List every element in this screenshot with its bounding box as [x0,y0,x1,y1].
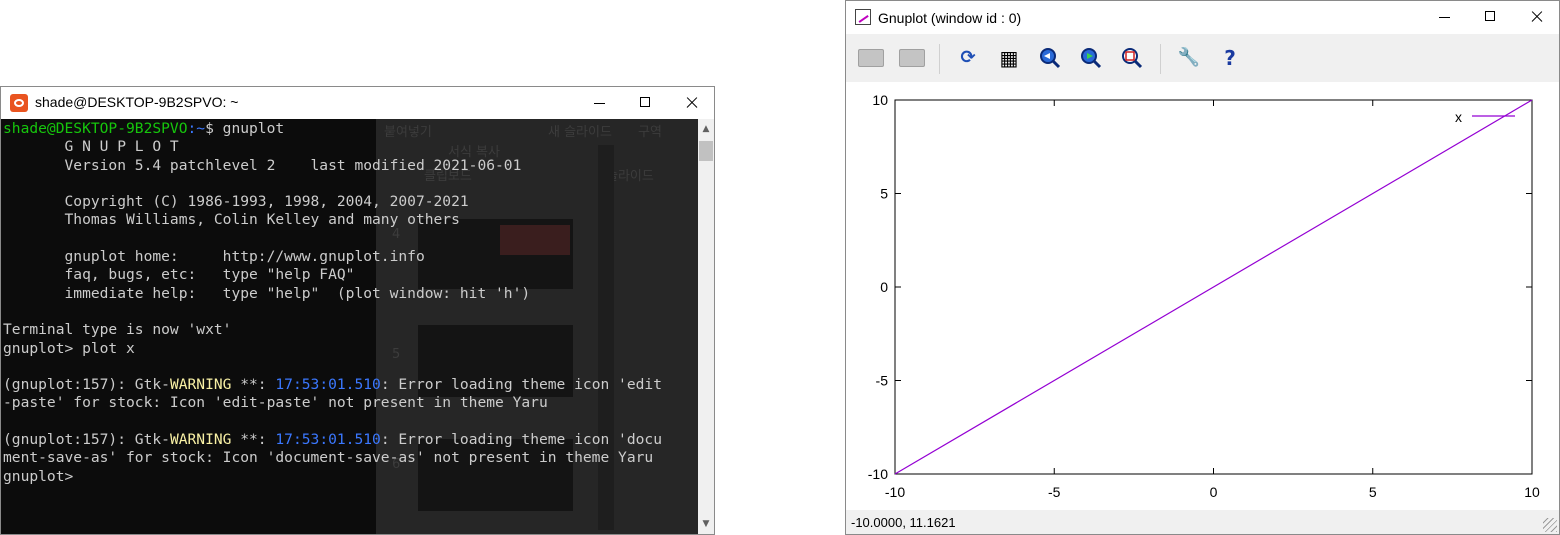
final-prompt: gnuplot> [3,467,74,485]
banner-line: G N U P L O T [3,138,179,156]
cursor-coordinates: -10.0000, 11.1621 [851,515,956,530]
warning-stars: **: [231,376,276,394]
warning-prefix: (gnuplot:157): Gtk- [3,431,170,449]
terminal-scrollbar[interactable]: ▲ ▼ [698,119,714,534]
banner-line: immediate help: type "help" (plot window… [3,284,531,302]
y-tick-label: -10 [868,466,888,482]
resize-grip-icon[interactable] [1543,518,1557,532]
ubuntu-icon [10,94,28,112]
y-tick-label: 10 [872,92,888,108]
toolbar-separator [939,44,940,74]
warning-time: 17:53:01.510 [275,376,381,394]
gnuplot-titlebar[interactable]: Gnuplot (window id : 0) [846,1,1559,34]
minimize-icon [1439,17,1450,18]
x-tick-label: 10 [1524,484,1540,500]
print-icon[interactable] [899,49,925,67]
plot-chart: -10 -5 0 5 10 -10 -5 0 5 10 x [868,92,1540,500]
banner-line: Version 5.4 patchlevel 2 last modified 2… [3,156,522,174]
warning-prefix: (gnuplot:157): Gtk- [3,376,170,394]
terminal-text: shade@DESKTOP-9B2SPVO:~$ gnuplot G N U P… [3,120,662,486]
scrollbar-thumb[interactable] [699,141,713,161]
banner-line: gnuplot home: http://www.gnuplot.info [3,248,425,266]
scroll-down-arrow-icon[interactable]: ▼ [698,516,714,532]
maximize-icon [1485,11,1495,21]
banner-line: gnuplot> plot x [3,339,135,357]
gnuplot-app-icon [855,9,871,25]
close-button[interactable] [1513,1,1559,33]
autoscale-icon[interactable] [1118,44,1146,72]
plot-canvas[interactable]: -10 -5 0 5 10 -10 -5 0 5 10 x [846,82,1559,510]
banner-line: faq, bugs, etc: type "help FAQ" [3,266,355,284]
terminal-title: shade@DESKTOP-9B2SPVO: ~ [35,94,239,110]
config-icon[interactable]: 🔧 [1175,44,1203,72]
prompt-path: :~ [187,120,206,137]
warning-message: : Error loading theme icon 'docu [380,431,662,449]
gnuplot-toolbar: ⟳ ▦ 🔧 ? [846,34,1559,82]
x-tick-label: -5 [1048,484,1061,500]
x-tick-label: 5 [1369,484,1377,500]
close-button[interactable] [668,87,714,119]
banner-line: Terminal type is now 'wxt' [3,321,232,339]
y-tick-label: 5 [880,186,888,202]
warning-stars: **: [231,431,276,449]
warning-message: ment-save-as' for stock: Icon 'document-… [3,449,654,467]
minimize-icon [594,103,605,104]
y-tick-label: -5 [876,373,889,389]
series-line [894,99,1533,475]
prompt-user: shade@DESKTOP-9B2SPVO [3,120,188,137]
maximize-button[interactable] [622,87,668,119]
banner-line: Copyright (C) 1986-1993, 1998, 2004, 200… [3,193,469,211]
x-tick-label: -10 [885,484,905,500]
prompt-command: $ gnuplot [205,120,285,137]
warning-time: 17:53:01.510 [275,431,381,449]
minimize-button[interactable] [1421,1,1467,33]
gnuplot-title: Gnuplot (window id : 0) [878,10,1022,26]
warning-level: WARNING [169,376,232,394]
banner-line: Thomas Williams, Colin Kelley and many o… [3,211,460,229]
x-tick-label: 0 [1210,484,1218,500]
scroll-up-arrow-icon[interactable]: ▲ [698,121,714,137]
next-zoom-icon[interactable] [1077,44,1105,72]
warning-message: : Error loading theme icon 'edit [380,376,662,394]
maximize-icon [640,97,650,107]
copy-to-clipboard-icon[interactable] [858,49,884,67]
replot-icon[interactable]: ⟳ [954,44,982,72]
terminal-output-area[interactable]: 붙여넣기 새 슬라이드 서식 복사 클립보드 슬라이드 4 5 6 구역 sha… [1,119,698,534]
gnuplot-window: Gnuplot (window id : 0) ⟳ ▦ 🔧 ? -10 -5 0 5 1… [845,0,1560,535]
warning-message: -paste' for stock: Icon 'edit-paste' not… [3,394,548,412]
warning-level: WARNING [169,431,232,449]
status-bar: -10.0000, 11.1621 [846,510,1559,534]
legend-label: x [1455,109,1462,125]
terminal-window: shade@DESKTOP-9B2SPVO: ~ 붙여넣기 새 슬라이드 서식 … [0,86,715,535]
y-tick-label: 0 [880,279,888,295]
help-icon[interactable]: ? [1216,44,1244,72]
grid-icon[interactable]: ▦ [995,44,1023,72]
maximize-button[interactable] [1467,1,1513,33]
terminal-titlebar[interactable]: shade@DESKTOP-9B2SPVO: ~ [1,87,714,119]
previous-zoom-icon[interactable] [1036,44,1064,72]
minimize-button[interactable] [576,87,622,119]
toolbar-separator [1160,44,1161,74]
